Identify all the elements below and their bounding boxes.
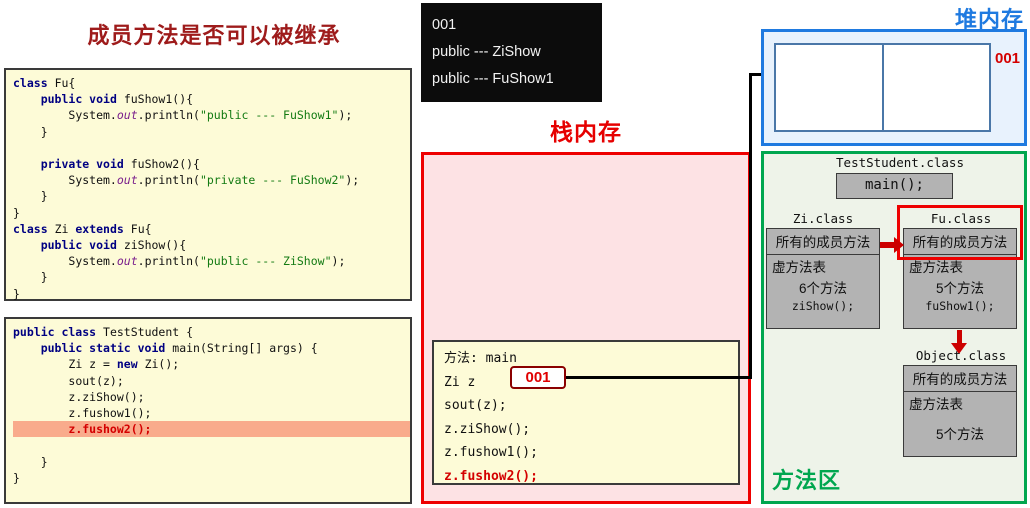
pointer-arrow-segment bbox=[566, 376, 752, 379]
fu-class-label: Fu.class bbox=[930, 211, 992, 226]
stack-frame-header: 方法: main bbox=[444, 351, 517, 366]
console-output-panel: 001 public --- ZiShow public --- FuShow1 bbox=[421, 3, 602, 102]
fu-vtable-label: 虚方法表 bbox=[909, 260, 963, 275]
heap-object-address: 001 bbox=[995, 50, 1021, 67]
code-block-classes: class Fu{ public void fuShow1(){ System.… bbox=[4, 68, 412, 301]
zi-vtable-count: 6个方法 bbox=[798, 281, 847, 296]
code-block-main: public class TestStudent { public static… bbox=[4, 317, 412, 504]
heap-object-block bbox=[774, 43, 991, 132]
stack-statement: z.ziShow(); bbox=[444, 421, 531, 437]
console-line: public --- FuShow1 bbox=[432, 71, 554, 87]
fu-class-box: 所有的成员方法 虚方法表 5个方法 fuShow1(); bbox=[903, 228, 1017, 329]
stack-statement-highlighted: z.fushow2(); bbox=[444, 468, 538, 484]
zi-class-label: Zi.class bbox=[792, 211, 854, 226]
method-area-title: 方法区 bbox=[772, 468, 842, 493]
main-method-box: main(); bbox=[836, 173, 953, 199]
fu-vtable-count: 5个方法 bbox=[935, 281, 984, 296]
object-vtable-count: 5个方法 bbox=[935, 427, 984, 442]
stack-address-value: 001 bbox=[510, 366, 566, 389]
console-line: 001 bbox=[432, 17, 457, 33]
teststudent-class-label: TestStudent.class bbox=[836, 155, 964, 170]
object-all-members: 所有的成员方法 bbox=[904, 366, 1016, 392]
stack-variable-name: Zi z bbox=[444, 374, 476, 390]
stack-statement: z.fushow1(); bbox=[444, 445, 538, 460]
zi-to-fu-arrowhead-icon bbox=[894, 237, 904, 253]
stack-statement: sout(z); bbox=[444, 398, 507, 413]
zi-class-box: 所有的成员方法 虚方法表 6个方法 ziShow(); bbox=[766, 228, 880, 329]
zi-vtable-label: 虚方法表 bbox=[772, 260, 826, 275]
fu-all-members: 所有的成员方法 bbox=[904, 229, 1016, 255]
pointer-arrow-segment bbox=[749, 73, 752, 379]
highlighted-call: z.fushow2(); bbox=[68, 422, 152, 437]
heap-object-cell-right bbox=[881, 45, 990, 130]
console-line: public --- ZiShow bbox=[432, 44, 541, 60]
object-class-box: 所有的成员方法 虚方法表 5个方法 bbox=[903, 365, 1017, 457]
page-title: 成员方法是否可以被继承 bbox=[87, 23, 341, 48]
heap-object-cell-left bbox=[776, 45, 882, 130]
fu-vtable-method: fuShow1(); bbox=[925, 299, 995, 313]
object-class-label: Object.class bbox=[915, 348, 1007, 363]
object-vtable-label: 虚方法表 bbox=[909, 397, 963, 412]
stack-memory-title: 栈内存 bbox=[550, 119, 622, 145]
zi-all-members: 所有的成员方法 bbox=[767, 229, 879, 255]
stack-frame-main: 方法: main Zi z sout(z); z.ziShow(); z.fus… bbox=[432, 340, 740, 485]
zi-vtable-method: ziShow(); bbox=[791, 299, 855, 313]
